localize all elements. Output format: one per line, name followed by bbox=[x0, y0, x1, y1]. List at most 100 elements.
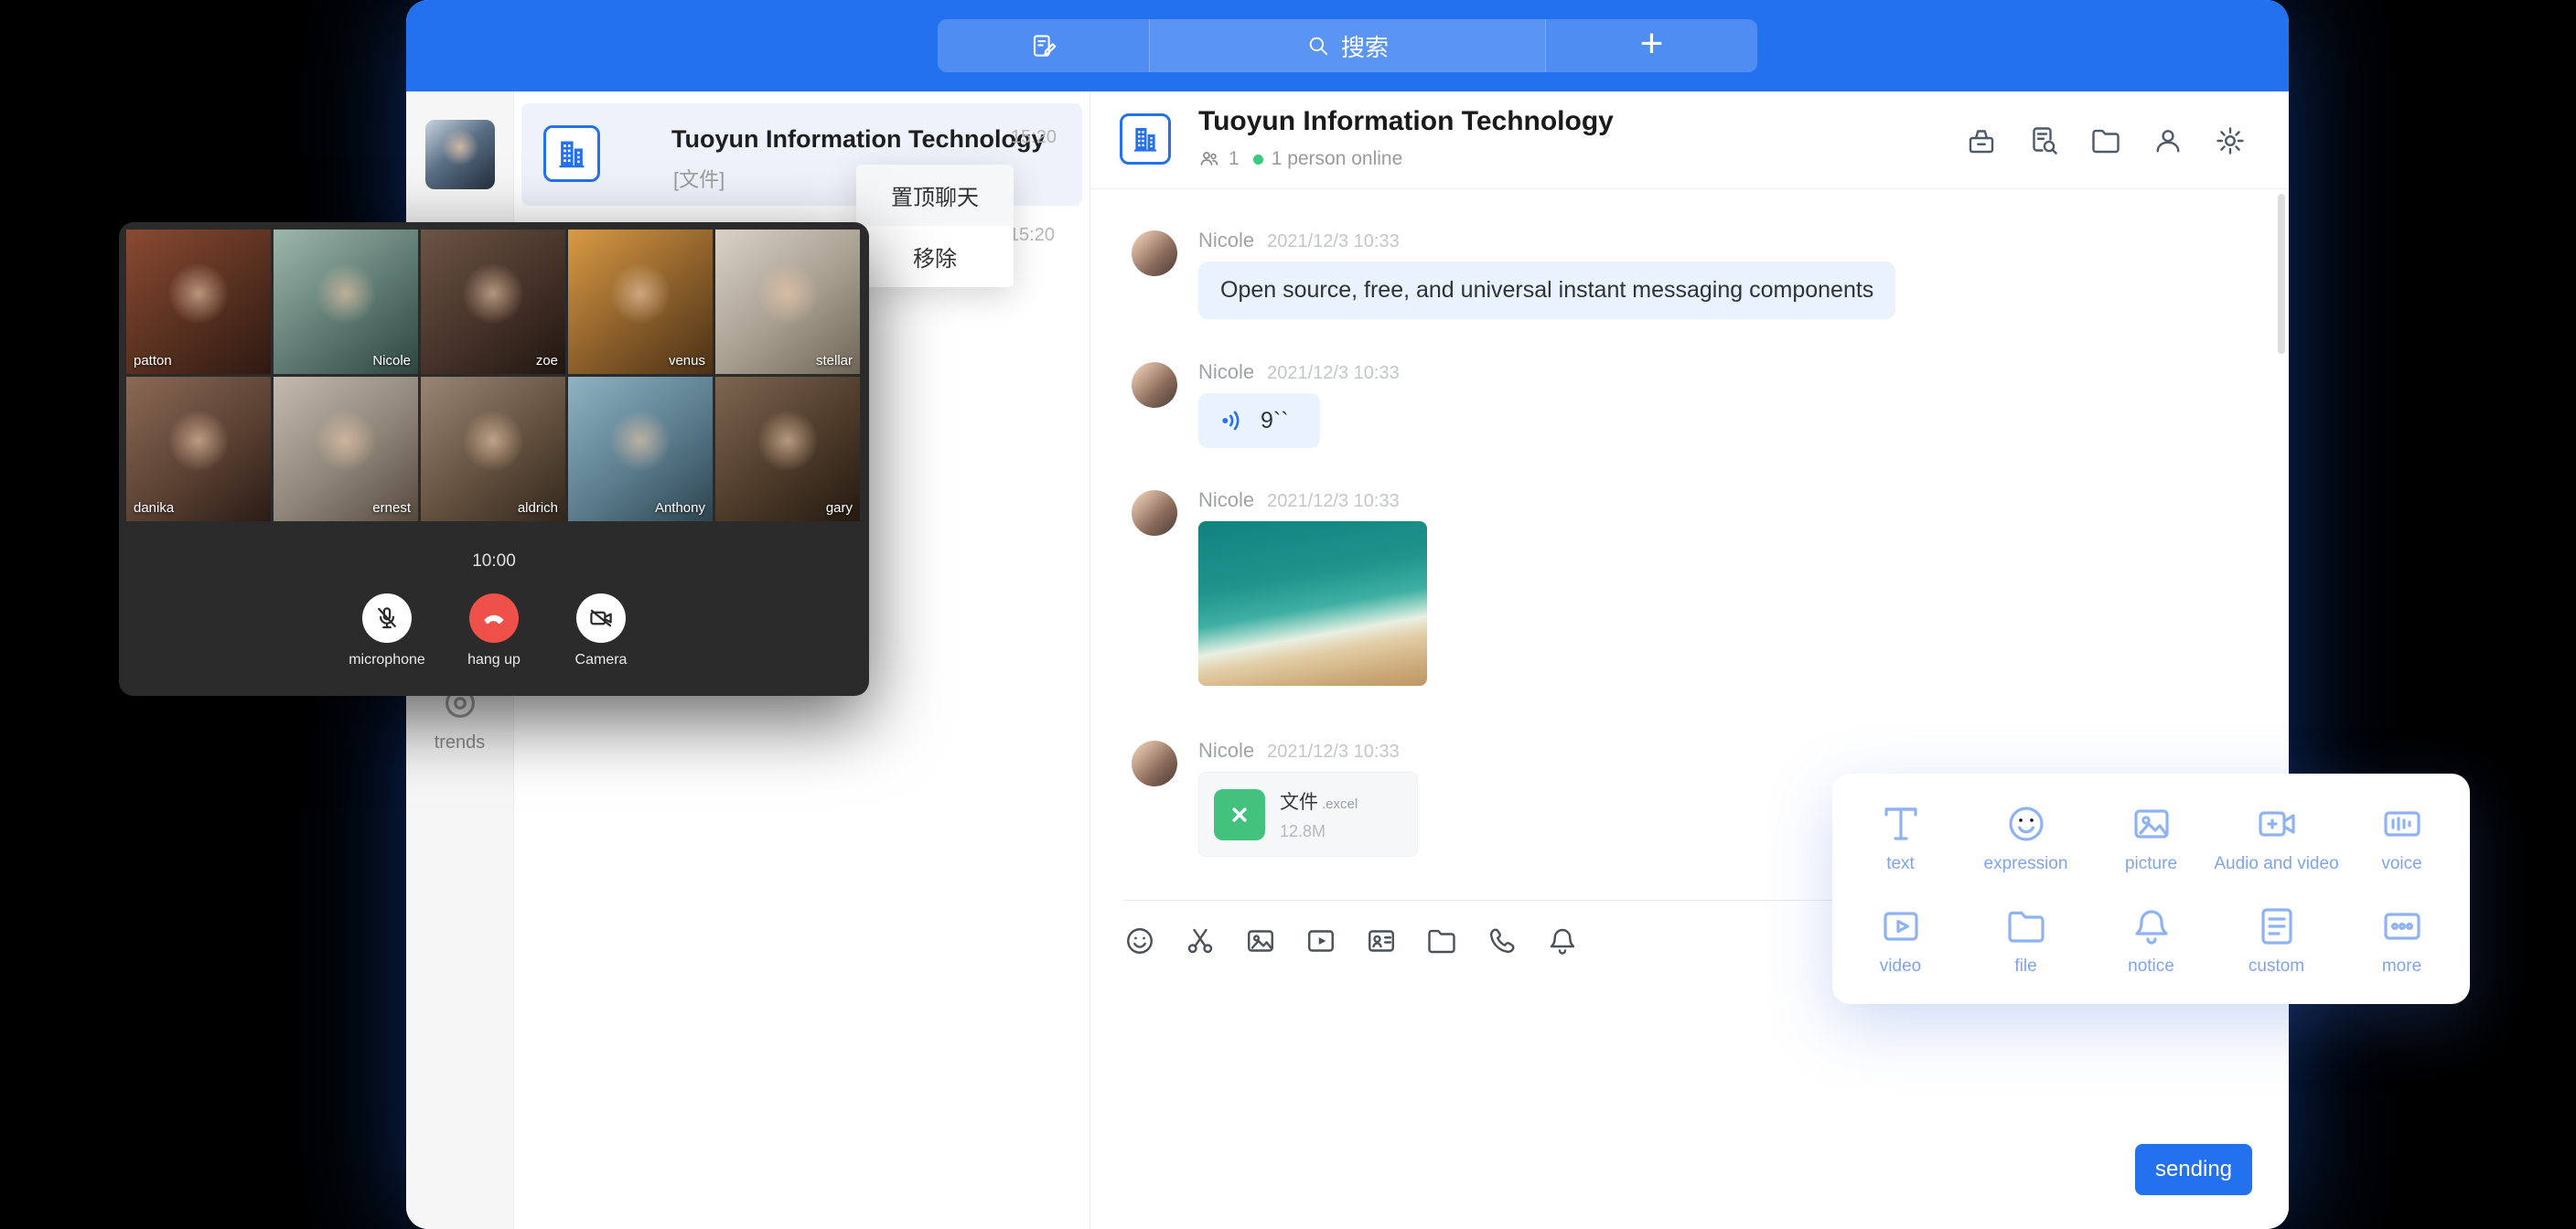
image-thumbnail-beach[interactable] bbox=[1198, 521, 1427, 686]
message-meta: Nicole 2021/12/3 10:33 bbox=[1198, 229, 2234, 256]
contact-card-icon[interactable] bbox=[1365, 924, 1398, 957]
panel-item-audio-video[interactable]: Audio and video bbox=[2214, 786, 2339, 889]
video-tile[interactable]: aldrich bbox=[421, 377, 565, 521]
online-status: 1 person online bbox=[1272, 148, 1403, 170]
video-tile[interactable]: stellar bbox=[715, 230, 860, 374]
building-icon bbox=[554, 136, 589, 171]
picture-icon[interactable] bbox=[1244, 924, 1277, 957]
user-avatar[interactable] bbox=[425, 120, 495, 189]
participant-name: ernest bbox=[372, 500, 411, 516]
group-avatar bbox=[1120, 113, 1171, 165]
message-time: 2021/12/3 10:33 bbox=[1267, 231, 1400, 252]
participant-name: aldrich bbox=[518, 500, 558, 516]
message-text: Nicole 2021/12/3 10:33 Open source, free… bbox=[1132, 229, 2234, 319]
panel-item-notice[interactable]: notice bbox=[2088, 889, 2214, 991]
message-image: Nicole 2021/12/3 10:33 bbox=[1132, 488, 2234, 686]
video-grid: patton Nicole zoe venus stellar danika e… bbox=[126, 230, 860, 521]
video-tile[interactable]: patton bbox=[126, 230, 271, 374]
avatar[interactable] bbox=[1132, 362, 1177, 408]
avatar[interactable] bbox=[1132, 741, 1177, 786]
folder-icon[interactable] bbox=[1425, 924, 1458, 957]
video-tile[interactable]: zoe bbox=[421, 230, 565, 374]
call-duration: 10:00 bbox=[119, 551, 869, 572]
notice-bell-icon bbox=[2130, 904, 2174, 948]
hang-up-button[interactable] bbox=[469, 593, 519, 643]
members-icon[interactable] bbox=[2152, 124, 2184, 157]
video-tile[interactable]: ernest bbox=[274, 377, 418, 521]
scissors-icon[interactable] bbox=[1184, 924, 1217, 957]
participant-name: zoe bbox=[536, 353, 558, 369]
file-bubble[interactable]: 文件.excel 12.8M bbox=[1198, 772, 1418, 857]
add-button[interactable]: + bbox=[1545, 19, 1757, 72]
file-size: 12.8M bbox=[1280, 822, 1358, 841]
members-count-icon bbox=[1198, 148, 1220, 170]
send-button[interactable]: sending bbox=[2135, 1144, 2252, 1195]
file-folder-icon bbox=[2004, 904, 2048, 948]
avatar[interactable] bbox=[1132, 490, 1177, 536]
message-time: 2021/12/3 10:33 bbox=[1267, 363, 1400, 384]
search-label: 搜索 bbox=[1341, 29, 1389, 63]
message-time: 2021/12/3 10:33 bbox=[1267, 491, 1400, 512]
group-avatar bbox=[543, 125, 600, 182]
control-label: hang up bbox=[467, 652, 521, 668]
panel-item-more[interactable]: more bbox=[2339, 889, 2464, 991]
panel-item-text[interactable]: text bbox=[1838, 786, 1963, 889]
topbar-search-group: 搜索 + bbox=[938, 19, 1757, 72]
panel-item-voice[interactable]: voice bbox=[2339, 786, 2464, 889]
participant-name: stellar bbox=[816, 353, 853, 369]
panel-item-video[interactable]: video bbox=[1838, 889, 1963, 991]
picture-icon bbox=[2130, 802, 2174, 846]
control-label: microphone bbox=[349, 652, 425, 668]
video-tile[interactable]: venus bbox=[568, 230, 713, 374]
sender-name: Nicole bbox=[1198, 739, 1254, 763]
panel-item-file[interactable]: file bbox=[1963, 889, 2088, 991]
panel-item-expression[interactable]: expression bbox=[1963, 786, 2088, 889]
participant-name: Anthony bbox=[655, 500, 705, 516]
text-bubble[interactable]: Open source, free, and universal instant… bbox=[1198, 262, 1895, 319]
chat-header: Tuoyun Information Technology 1 1 person… bbox=[1090, 91, 2289, 189]
avatar[interactable] bbox=[1132, 230, 1177, 276]
participant-name: danika bbox=[134, 500, 174, 516]
camera-toggle-button[interactable] bbox=[576, 593, 626, 643]
menu-item-remove[interactable]: 移除 bbox=[856, 226, 1014, 287]
files-folder-icon[interactable] bbox=[2089, 124, 2122, 157]
custom-doc-icon bbox=[2255, 904, 2299, 948]
panel-item-custom[interactable]: custom bbox=[2214, 889, 2339, 991]
emoji-icon[interactable] bbox=[1123, 924, 1156, 957]
video-tile[interactable]: Anthony bbox=[568, 377, 713, 521]
microphone-toggle-button[interactable] bbox=[362, 593, 412, 643]
voice-bubble[interactable]: 9`` bbox=[1198, 393, 1320, 448]
chat-title: Tuoyun Information Technology bbox=[1198, 106, 1614, 137]
video-tile[interactable]: gary bbox=[715, 377, 860, 521]
topbar: 搜索 + bbox=[406, 0, 2289, 91]
phone-icon[interactable] bbox=[1486, 924, 1519, 957]
panel-item-picture[interactable]: picture bbox=[2088, 786, 2214, 889]
chat-scrollbar-thumb[interactable] bbox=[2278, 194, 2285, 354]
search-box[interactable]: 搜索 bbox=[1150, 19, 1545, 72]
video-tile[interactable]: Nicole bbox=[274, 230, 418, 374]
chat-record-search-icon[interactable] bbox=[2027, 124, 2060, 157]
message-time: 2021/12/3 10:33 bbox=[1267, 742, 1400, 763]
settings-gear-icon[interactable] bbox=[2214, 124, 2247, 157]
search-icon bbox=[1306, 34, 1330, 58]
message-voice: Nicole 2021/12/3 10:33 9`` bbox=[1132, 360, 2234, 448]
trends-label: trends bbox=[406, 732, 513, 753]
chat-panel: Tuoyun Information Technology 1 1 person… bbox=[1090, 91, 2289, 1229]
menu-item-pin-chat[interactable]: 置顶聊天 bbox=[856, 165, 1014, 226]
sender-name: Nicole bbox=[1198, 488, 1254, 512]
conversation-time: 15:20 bbox=[1011, 127, 1057, 148]
compose-note-button[interactable] bbox=[938, 19, 1150, 72]
chat-subtitle: 1 1 person online bbox=[1198, 148, 1402, 170]
announcement-icon[interactable] bbox=[1965, 124, 1998, 157]
video-tile[interactable]: danika bbox=[126, 377, 271, 521]
notification-bell-icon[interactable] bbox=[1546, 924, 1579, 957]
video-call-panel: patton Nicole zoe venus stellar danika e… bbox=[119, 222, 869, 696]
plus-icon: + bbox=[1640, 24, 1664, 64]
building-icon bbox=[1130, 123, 1161, 155]
video-icon[interactable] bbox=[1304, 924, 1337, 957]
control-label: Camera bbox=[575, 652, 628, 668]
excel-file-icon bbox=[1214, 789, 1265, 840]
text-icon bbox=[1879, 802, 1923, 846]
microphone-off-icon bbox=[373, 604, 401, 632]
message-meta: Nicole 2021/12/3 10:33 bbox=[1198, 739, 2234, 766]
